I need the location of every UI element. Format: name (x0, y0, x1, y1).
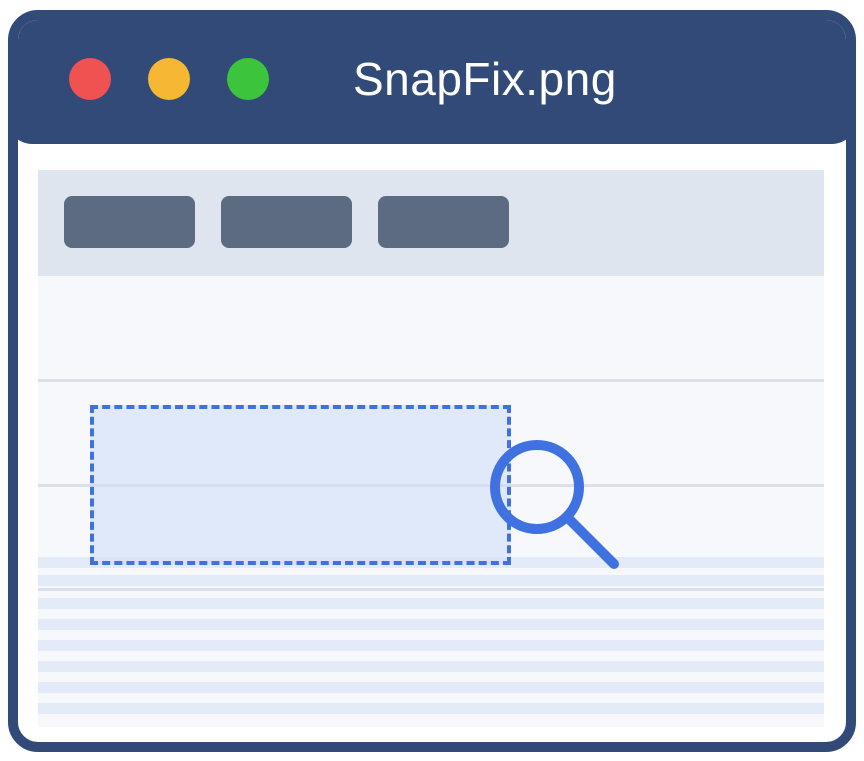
text-placeholder-line (38, 661, 824, 672)
title-bar: SnapFix.png (18, 20, 846, 144)
text-placeholder-line (38, 598, 824, 609)
selection-rectangle[interactable] (90, 405, 511, 565)
close-button[interactable] (69, 58, 111, 100)
toolbar-button-1[interactable] (64, 196, 195, 248)
content-divider (38, 588, 824, 591)
toolbar-button-3[interactable] (378, 196, 509, 248)
toolbar-button-2[interactable] (221, 196, 352, 248)
content-divider (38, 379, 824, 382)
text-placeholder-line (38, 640, 824, 651)
text-placeholder-line (38, 619, 824, 630)
minimize-button[interactable] (148, 58, 190, 100)
content-area (38, 170, 824, 727)
maximize-button[interactable] (227, 58, 269, 100)
window-title: SnapFix.png (353, 53, 617, 105)
text-placeholder-line (38, 682, 824, 693)
text-placeholder-line (38, 575, 824, 586)
text-placeholder-line (38, 703, 824, 714)
toolbar (38, 170, 824, 276)
magnifying-glass-icon[interactable] (480, 430, 630, 580)
app-window: SnapFix.png (8, 10, 856, 752)
